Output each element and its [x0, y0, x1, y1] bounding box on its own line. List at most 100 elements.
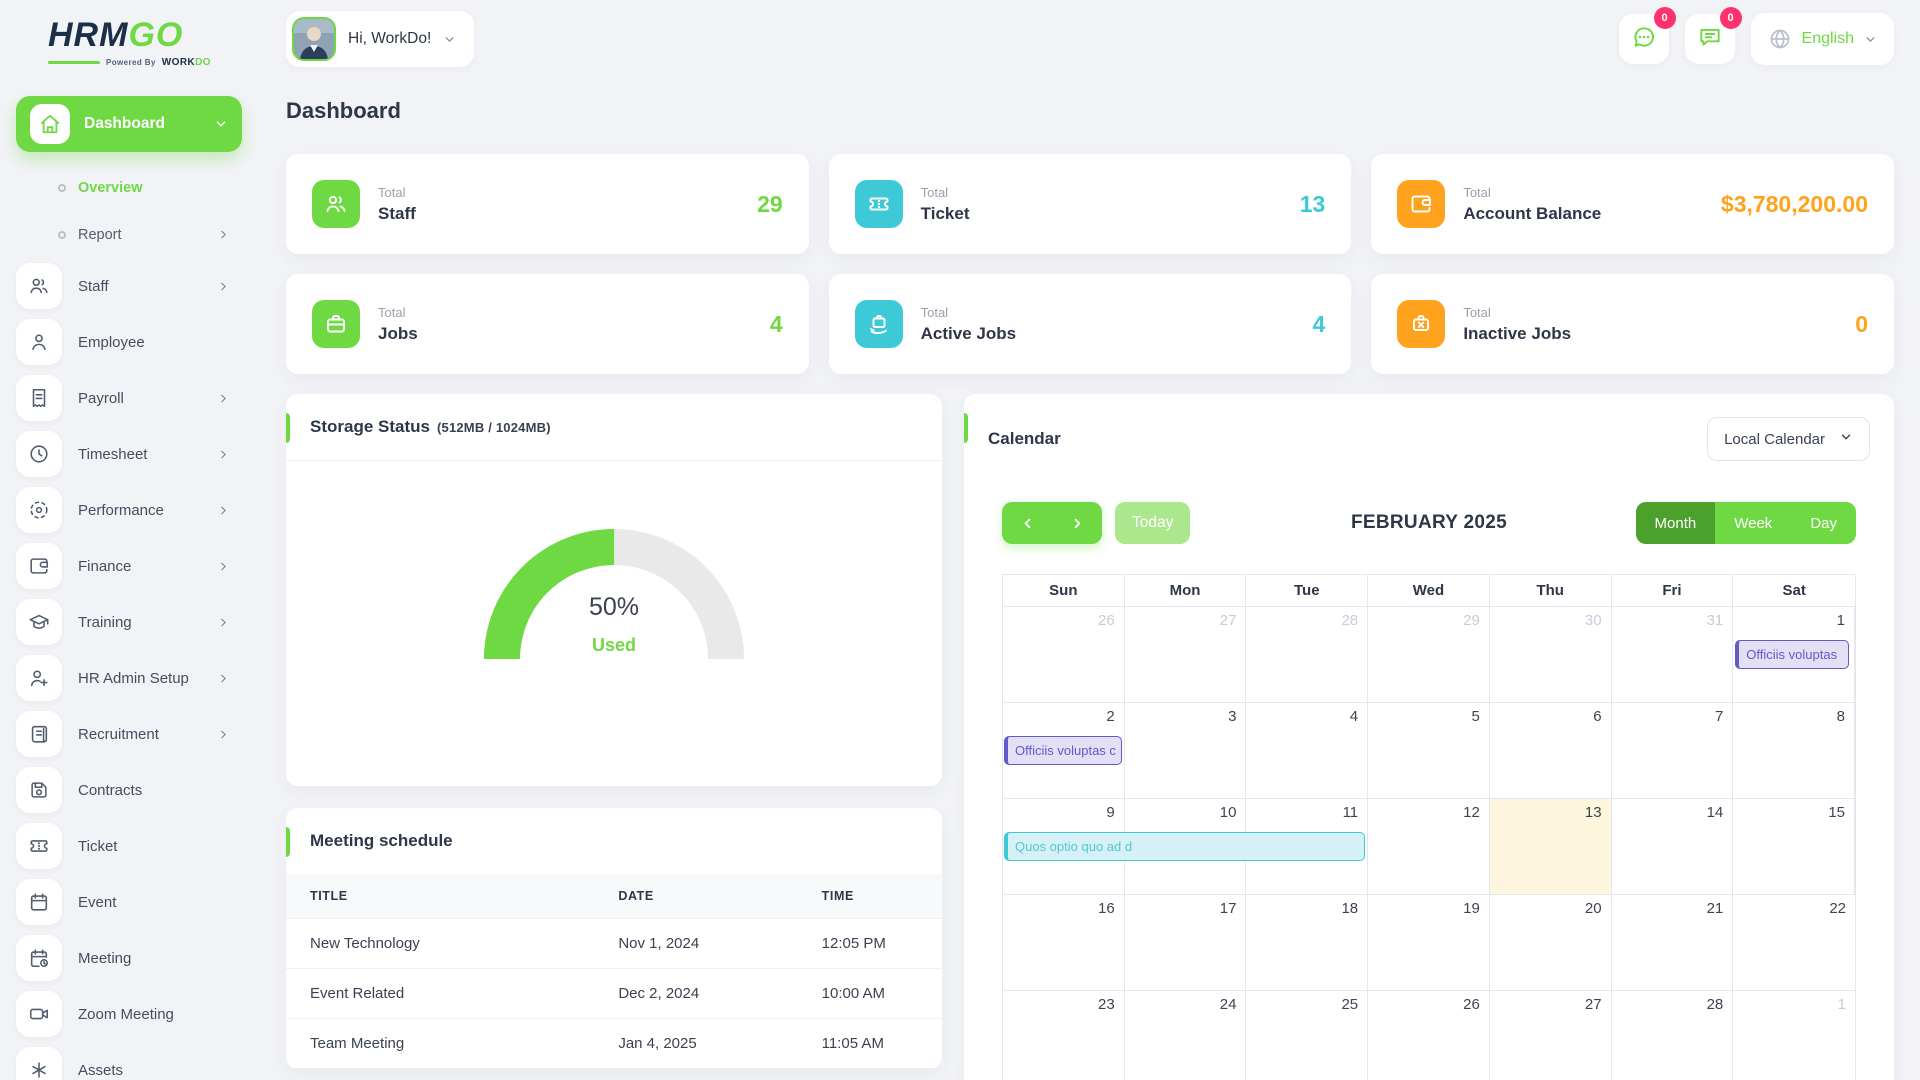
- sidebar-item-ticket[interactable]: Ticket: [0, 818, 258, 874]
- sidebar-item-event[interactable]: Event: [0, 874, 258, 930]
- language-selector[interactable]: English: [1751, 13, 1894, 65]
- stat-labels: TotalStaff: [378, 185, 416, 224]
- meeting-schedule-title: Meeting schedule: [310, 831, 453, 851]
- calendar-day-3[interactable]: 3: [1125, 703, 1247, 798]
- sidebar-item-assets[interactable]: Assets: [0, 1042, 258, 1080]
- stat-label: Account Balance: [1463, 204, 1601, 224]
- floppy-icon: [16, 767, 62, 813]
- meeting-col-date: DATE: [594, 874, 797, 919]
- sidebar-item-zoom-meeting[interactable]: Zoom Meeting: [0, 986, 258, 1042]
- calendar-next-button[interactable]: [1052, 502, 1102, 544]
- calendar-day-26[interactable]: 26: [1368, 991, 1490, 1080]
- sidebar-item-employee[interactable]: Employee: [0, 314, 258, 370]
- stat-labels: TotalActive Jobs: [921, 305, 1016, 344]
- calendar-view-group: MonthWeekDay: [1636, 502, 1856, 544]
- stat-card-active-jobs: TotalActive Jobs4: [829, 274, 1352, 374]
- sidebar-item-label: Dashboard: [84, 115, 165, 133]
- calendar-day-22[interactable]: 22: [1733, 895, 1855, 990]
- calendar-day-5[interactable]: 5: [1368, 703, 1490, 798]
- sidebar-item-recruitment[interactable]: Recruitment: [0, 706, 258, 762]
- calendar-day-8[interactable]: 8: [1733, 703, 1855, 798]
- bullet-icon: [58, 231, 66, 239]
- calendar-day-26[interactable]: 26: [1003, 607, 1125, 702]
- stat-card-account-balance: TotalAccount Balance$3,780,200.00: [1371, 154, 1894, 254]
- sidebar-nav: Dashboard Overview Report Staff Employee Payr…: [0, 96, 258, 1080]
- sidebar-item-payroll[interactable]: Payroll: [0, 370, 258, 426]
- calendar-day-17[interactable]: 17: [1125, 895, 1247, 990]
- calendar-day-27[interactable]: 27: [1490, 991, 1612, 1080]
- calendar-day-19[interactable]: 19: [1368, 895, 1490, 990]
- sidebar-item-label: Staff: [78, 278, 109, 295]
- calendar-day-12[interactable]: 12: [1368, 799, 1490, 894]
- sidebar-item-hr-admin-setup[interactable]: HR Admin Setup: [0, 650, 258, 706]
- calendar-day-28[interactable]: 28: [1612, 991, 1734, 1080]
- sidebar-item-label: Training: [78, 614, 132, 631]
- sidebar-item-report[interactable]: Report: [0, 211, 258, 258]
- calendar-day-1[interactable]: 1: [1733, 991, 1855, 1080]
- calendar-day-6[interactable]: 6: [1490, 703, 1612, 798]
- sidebar-item-label: Employee: [78, 334, 145, 351]
- sidebar-item-overview[interactable]: Overview: [0, 164, 258, 211]
- calendar-today-button[interactable]: Today: [1115, 502, 1190, 544]
- calendar-day-27[interactable]: 27: [1125, 607, 1247, 702]
- meeting-table: TITLEDATETIME New TechnologyNov 1, 20241…: [286, 874, 942, 1069]
- calendar-day-29[interactable]: 29: [1368, 607, 1490, 702]
- day-header-tue: Tue: [1246, 575, 1368, 606]
- sidebar-item-meeting[interactable]: Meeting: [0, 930, 258, 986]
- stat-labels: TotalTicket: [921, 185, 970, 224]
- chat-button[interactable]: 0: [1619, 14, 1669, 64]
- sidebar-item-label: Zoom Meeting: [78, 1006, 174, 1023]
- calendar-event[interactable]: Quos optio quo ad d: [1004, 832, 1365, 861]
- sidebar-item-performance[interactable]: Performance: [0, 482, 258, 538]
- sidebar-item-label: Event: [78, 894, 116, 911]
- calendar-view-month[interactable]: Month: [1636, 502, 1716, 544]
- chat-icon: [1631, 24, 1657, 55]
- calendar-day-21[interactable]: 21: [1612, 895, 1734, 990]
- calendar-view-week[interactable]: Week: [1715, 502, 1791, 544]
- brand-logo[interactable]: HRMGO Powered By WORKDO: [48, 18, 218, 68]
- calendar-prev-button[interactable]: [1002, 502, 1052, 544]
- sidebar-item-label: Report: [78, 227, 122, 243]
- calendar-view-day[interactable]: Day: [1791, 502, 1856, 544]
- calendar-day-18[interactable]: 18: [1246, 895, 1368, 990]
- topbar-actions: 0 0 English: [1619, 13, 1894, 65]
- calendar-day-7[interactable]: 7: [1612, 703, 1734, 798]
- message-icon: [1697, 24, 1723, 55]
- calendar-day-16[interactable]: 16: [1003, 895, 1125, 990]
- sidebar-item-dashboard[interactable]: Dashboard: [16, 96, 242, 152]
- calendar-day-30[interactable]: 30: [1490, 607, 1612, 702]
- sidebar-item-contracts[interactable]: Contracts: [0, 762, 258, 818]
- meeting-col-title: TITLE: [286, 874, 594, 919]
- calendar-day-23[interactable]: 23: [1003, 991, 1125, 1080]
- calendar-day-28[interactable]: 28: [1246, 607, 1368, 702]
- sidebar-item-training[interactable]: Training: [0, 594, 258, 650]
- notifications-button[interactable]: 0: [1685, 14, 1735, 64]
- calendar-day-13[interactable]: 13: [1490, 799, 1612, 894]
- calendar-event[interactable]: Officiis voluptas: [1735, 640, 1849, 669]
- user-menu-button[interactable]: Hi, WorkDo!: [286, 11, 474, 67]
- storage-gauge: 50% Used: [464, 511, 764, 676]
- calendar-day-25[interactable]: 25: [1246, 991, 1368, 1080]
- calendar-day-24[interactable]: 24: [1125, 991, 1247, 1080]
- calendar-day-4[interactable]: 4: [1246, 703, 1368, 798]
- ticket-icon: [16, 823, 62, 869]
- stat-label-top: Total: [921, 185, 970, 200]
- calendar-day-31[interactable]: 31: [1612, 607, 1734, 702]
- briefcase-hand-icon: [855, 300, 903, 348]
- sidebar-item-finance[interactable]: Finance: [0, 538, 258, 594]
- calendar-day-14[interactable]: 14: [1612, 799, 1734, 894]
- calendar-source-select[interactable]: Local Calendar: [1707, 417, 1870, 461]
- sidebar-item-timesheet[interactable]: Timesheet: [0, 426, 258, 482]
- sidebar-item-label: Contracts: [78, 782, 142, 799]
- notification-badge: 0: [1720, 7, 1742, 29]
- calendar-day-15[interactable]: 15: [1733, 799, 1855, 894]
- sidebar-item-staff[interactable]: Staff: [0, 258, 258, 314]
- sidebar-item-label: Performance: [78, 502, 164, 519]
- day-header-mon: Mon: [1125, 575, 1247, 606]
- chevron-right-icon: [217, 672, 230, 685]
- calendar-day-20[interactable]: 20: [1490, 895, 1612, 990]
- sidebar: HRMGO Powered By WORKDO Dashboard Overvie…: [0, 0, 258, 1080]
- calendar-event[interactable]: Officiis voluptas c: [1004, 736, 1122, 765]
- calendar-weeks: 2627282930311Officiis voluptas2345678Off…: [1003, 606, 1855, 1080]
- users-icon: [312, 180, 360, 228]
